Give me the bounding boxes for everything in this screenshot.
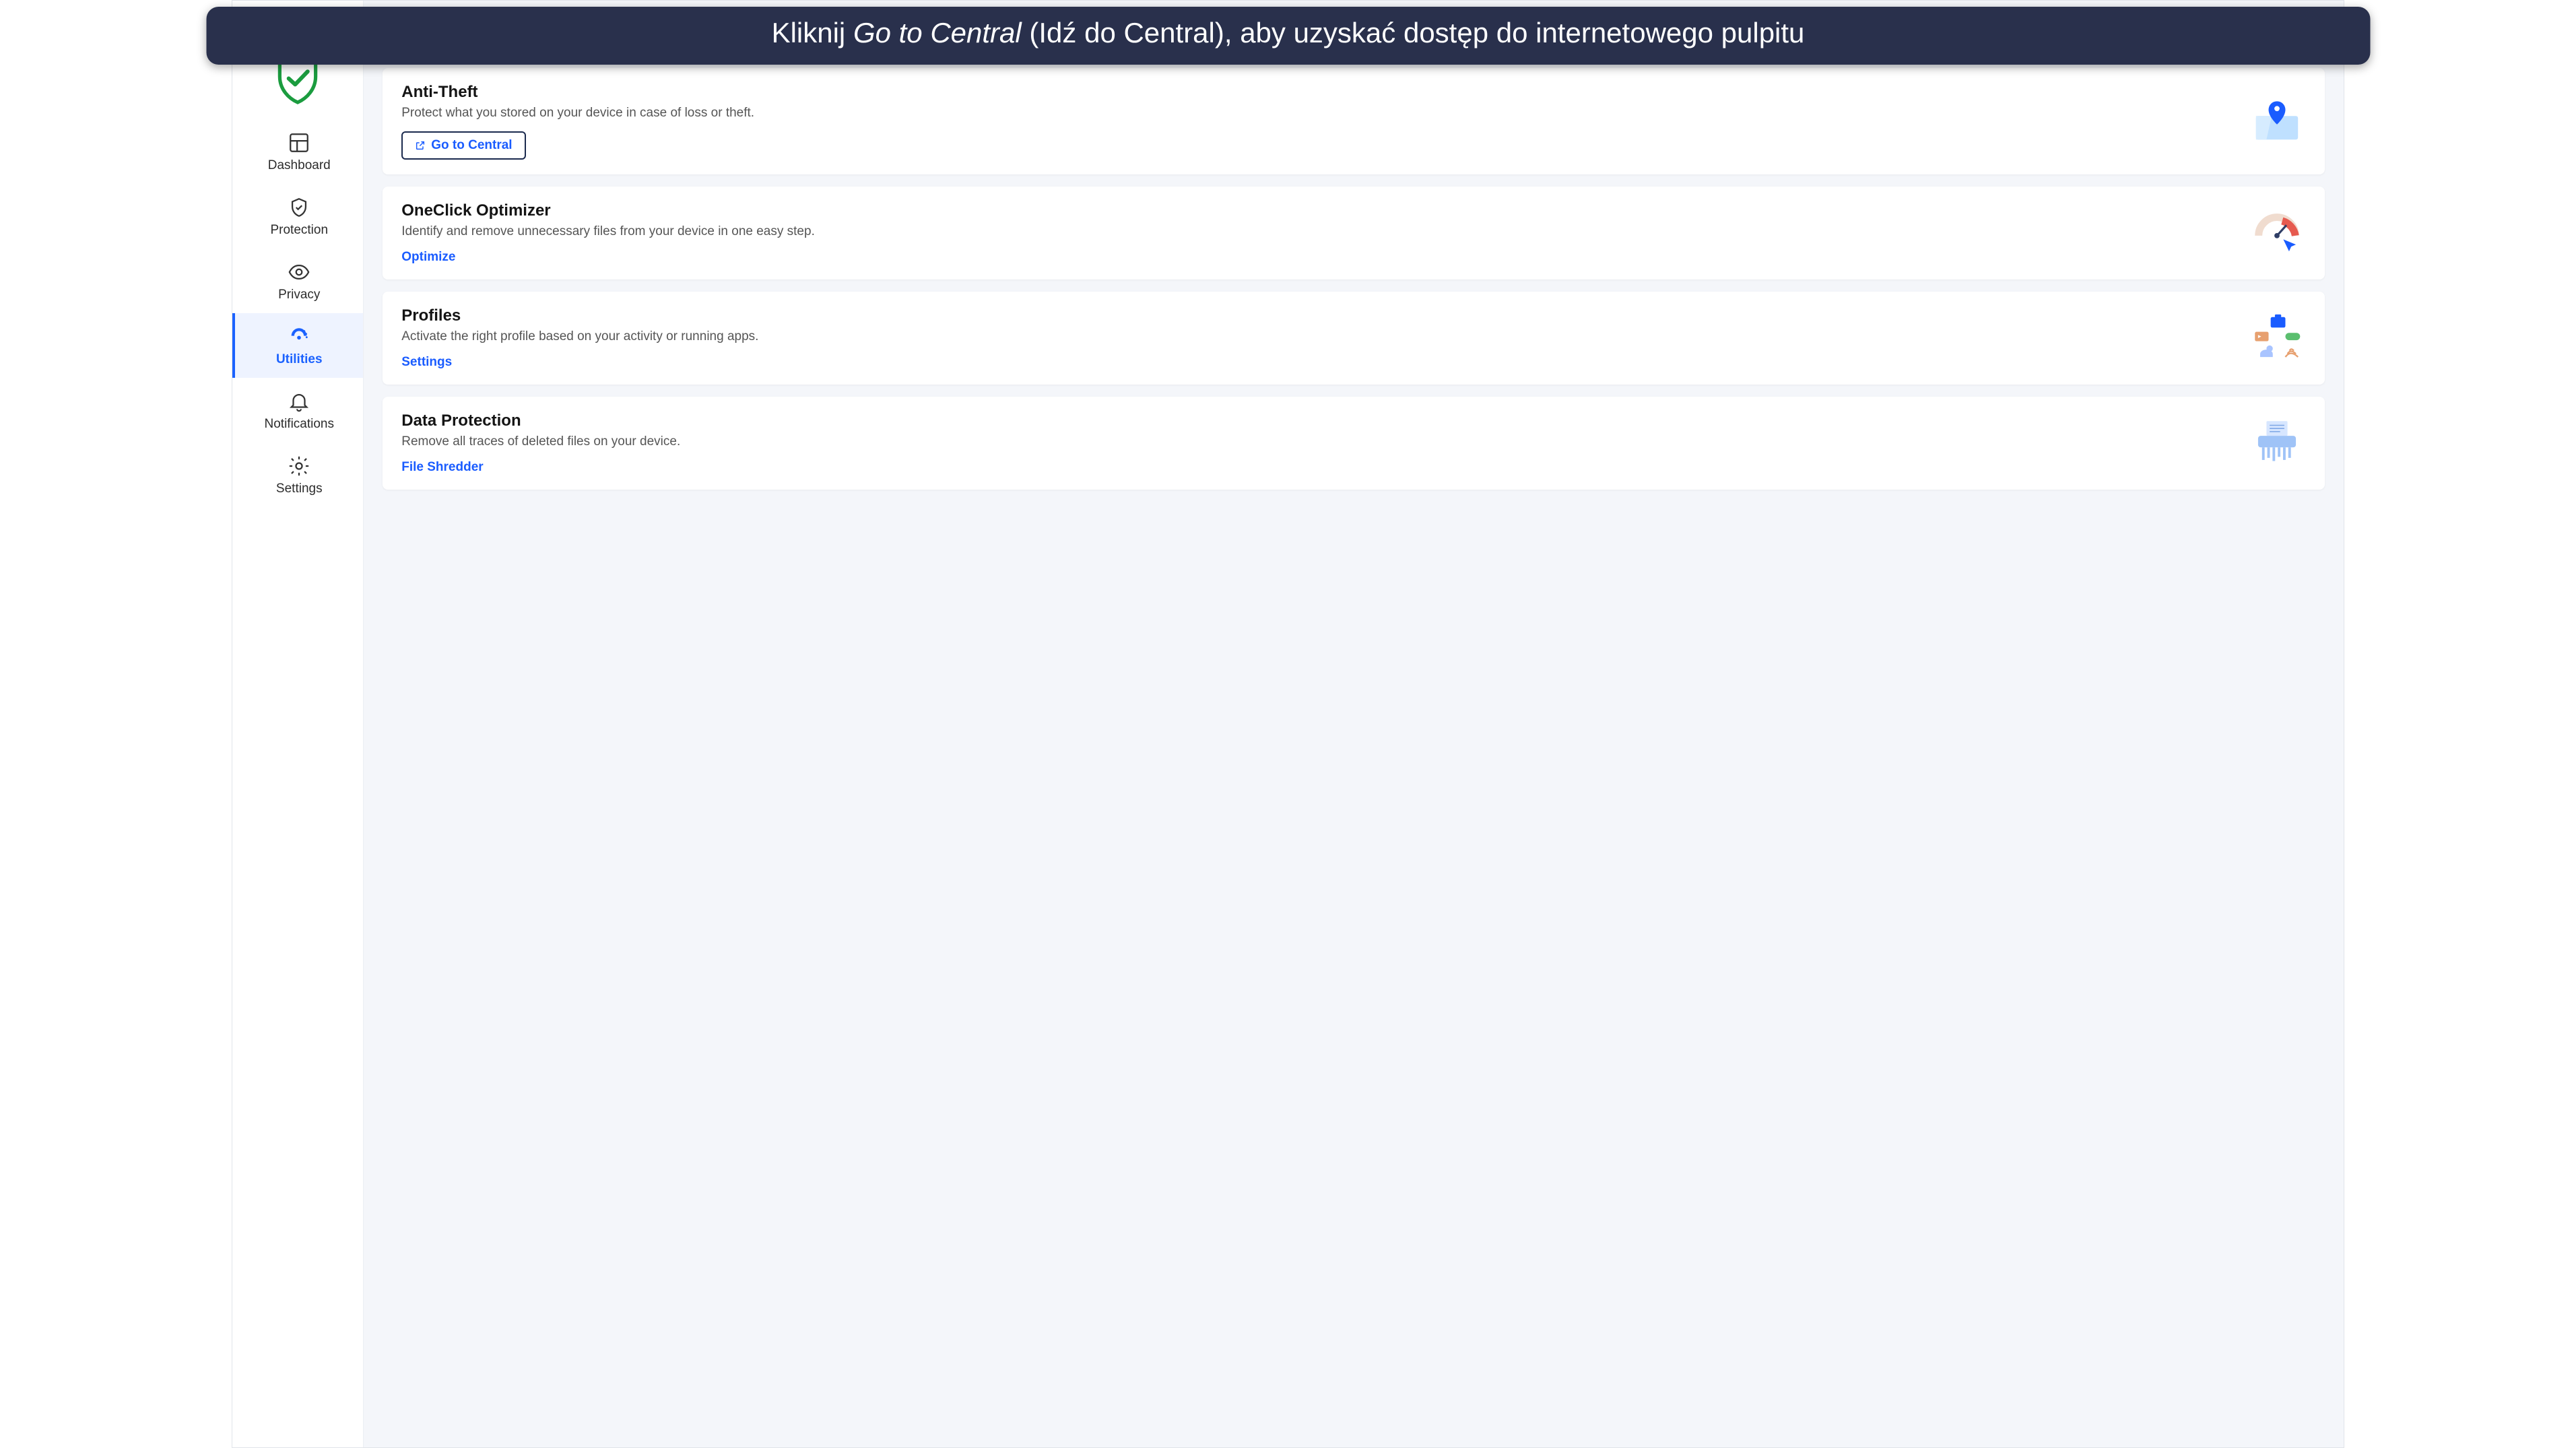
sidebar-item-privacy[interactable]: Privacy: [232, 249, 363, 313]
sidebar: Dashboard Protection Privacy: [232, 1, 364, 1447]
map-pin-icon: [2251, 95, 2303, 147]
card-optimizer: OneClick Optimizer Identify and remove u…: [383, 187, 2325, 279]
card-body: Anti-Theft Protect what you stored on yo…: [401, 83, 754, 160]
instruction-caption: Kliknij Go to Central (Idź do Central), …: [206, 7, 2370, 65]
optimize-link[interactable]: Optimize: [401, 250, 455, 264]
app-shell: Dashboard Protection Privacy: [232, 0, 2344, 1448]
sidebar-item-label: Protection: [270, 223, 328, 238]
gear-icon: [288, 455, 310, 478]
sidebar-item-label: Notifications: [265, 417, 335, 432]
card-title: OneClick Optimizer: [401, 201, 815, 220]
sidebar-item-label: Privacy: [278, 288, 320, 302]
card-body: Data Protection Remove all traces of del…: [401, 412, 680, 475]
external-link-icon: [415, 140, 426, 151]
sidebar-item-dashboard[interactable]: Dashboard: [232, 119, 363, 184]
card-body: OneClick Optimizer Identify and remove u…: [401, 201, 815, 265]
card-title: Anti-Theft: [401, 83, 754, 102]
card-description: Protect what you stored on your device i…: [401, 106, 754, 121]
profiles-illustration: [2248, 312, 2306, 364]
dashboard-icon: [288, 131, 310, 154]
caption-suffix: (Idź do Central), aby uzyskać dostęp do …: [1029, 17, 1804, 48]
card-antitheft: Anti-Theft Protect what you stored on yo…: [383, 68, 2325, 174]
card-description: Identify and remove unnecessary files fr…: [401, 224, 815, 239]
optimizer-illustration: [2248, 207, 2306, 259]
bell-icon: [288, 390, 310, 413]
go-to-central-button[interactable]: Go to Central: [401, 131, 525, 160]
card-data-protection: Data Protection Remove all traces of del…: [383, 397, 2325, 490]
card-profiles: Profiles Activate the right profile base…: [383, 292, 2325, 385]
shield-icon: [288, 196, 310, 219]
card-title: Profiles: [401, 306, 758, 325]
sidebar-item-notifications[interactable]: Notifications: [232, 378, 363, 442]
sidebar-item-label: Settings: [276, 482, 323, 496]
sidebar-item-settings[interactable]: Settings: [232, 442, 363, 507]
caption-emphasis: Go to Central: [853, 17, 1022, 48]
shredder-icon: [2251, 417, 2303, 469]
card-description: Remove all traces of deleted files on yo…: [401, 434, 680, 449]
go-to-central-label: Go to Central: [431, 138, 512, 153]
profiles-icon: [2251, 312, 2303, 364]
sidebar-item-utilities[interactable]: Utilities: [232, 313, 363, 378]
sidebar-item-label: Dashboard: [268, 158, 331, 173]
eye-icon: [288, 261, 310, 284]
card-body: Profiles Activate the right profile base…: [401, 306, 758, 370]
utilities-icon: [288, 325, 310, 348]
profiles-settings-link[interactable]: Settings: [401, 355, 452, 369]
sidebar-item-protection[interactable]: Protection: [232, 184, 363, 249]
caption-prefix: Kliknij: [772, 17, 853, 48]
data-protection-illustration: [2248, 417, 2306, 469]
file-shredder-link[interactable]: File Shredder: [401, 460, 483, 474]
gauge-cursor-icon: [2251, 207, 2303, 259]
sidebar-item-label: Utilities: [276, 352, 323, 367]
antitheft-illustration: [2248, 95, 2306, 147]
card-description: Activate the right profile based on your…: [401, 329, 758, 344]
main-content: Anti-Theft Protect what you stored on yo…: [364, 1, 2344, 1447]
card-title: Data Protection: [401, 412, 680, 430]
